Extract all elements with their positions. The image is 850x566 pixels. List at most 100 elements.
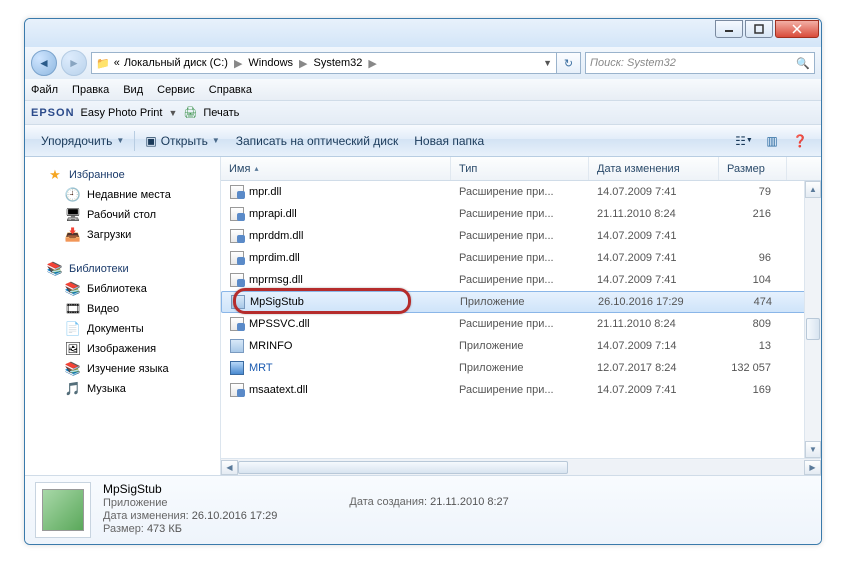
app-icon xyxy=(231,295,245,309)
file-row[interactable]: mprdim.dllРасширение при...14.07.2009 7:… xyxy=(221,247,821,269)
file-type: Приложение xyxy=(451,362,589,374)
details-size-label: Размер: xyxy=(103,523,144,535)
file-type: Расширение при... xyxy=(451,274,589,286)
dropdown-icon[interactable]: ▼ xyxy=(168,108,177,118)
breadcrumb-prefix: « xyxy=(114,57,120,69)
scroll-track[interactable] xyxy=(238,460,804,475)
nav-back-button[interactable]: ◄ xyxy=(31,50,57,76)
print-icon: 🖨 xyxy=(183,106,197,119)
epson-app-label[interactable]: Easy Photo Print xyxy=(81,107,163,119)
file-size: 13 xyxy=(719,340,779,352)
preview-pane-button[interactable]: ▥ xyxy=(759,130,785,152)
sidebar-item-library[interactable]: 📚Библиотека xyxy=(25,279,220,299)
file-name: MRINFO xyxy=(249,340,292,352)
file-name: MpSigStub xyxy=(250,296,304,308)
file-row[interactable]: msaatext.dllРасширение при...14.07.2009 … xyxy=(221,379,821,401)
explorer-window: ◄ ► 📁 « Локальный диск (C:) ▶ Windows ▶ Sy… xyxy=(24,18,822,545)
epson-toolbar: EPSON Easy Photo Print ▼ 🖨 Печать xyxy=(25,101,821,125)
column-size[interactable]: Размер xyxy=(719,157,787,180)
maximize-button[interactable] xyxy=(745,20,773,38)
scroll-thumb[interactable] xyxy=(238,461,568,474)
file-row[interactable]: mprmsg.dllРасширение при...14.07.2009 7:… xyxy=(221,269,821,291)
sidebar-item-documents[interactable]: 📄Документы xyxy=(25,319,220,339)
chevron-right-icon[interactable]: ▶ xyxy=(297,57,309,70)
scroll-up-button[interactable]: ▲ xyxy=(805,181,821,198)
horizontal-scrollbar[interactable]: ◀ ▶ xyxy=(221,458,821,475)
dropdown-icon[interactable]: ▼ xyxy=(543,58,552,68)
app-icon xyxy=(230,361,244,375)
desktop-icon: 🖥 xyxy=(65,207,81,223)
details-created-value: 21.11.2010 8:27 xyxy=(430,496,509,508)
file-row[interactable]: mprapi.dllРасширение при...21.11.2010 8:… xyxy=(221,203,821,225)
column-name[interactable]: Имя▴ xyxy=(221,157,451,180)
vertical-scrollbar[interactable]: ▲ ▼ xyxy=(804,181,821,458)
breadcrumb-part[interactable]: Windows xyxy=(248,57,293,69)
navbar: ◄ ► 📁 « Локальный диск (C:) ▶ Windows ▶ Sy… xyxy=(25,47,821,79)
new-folder-button[interactable]: Новая папка xyxy=(406,125,492,156)
column-type[interactable]: Тип xyxy=(451,157,589,180)
menu-file[interactable]: Файл xyxy=(31,84,58,96)
refresh-button[interactable]: ↻ xyxy=(557,52,581,74)
file-size: 79 xyxy=(719,186,779,198)
chevron-right-icon[interactable]: ▶ xyxy=(232,57,244,70)
file-row[interactable]: mpr.dllРасширение при...14.07.2009 7:417… xyxy=(221,181,821,203)
dll-icon xyxy=(230,251,244,265)
library-icon: 📚 xyxy=(47,261,63,277)
breadcrumb-part[interactable]: Локальный диск (C:) xyxy=(124,57,228,69)
menu-service[interactable]: Сервис xyxy=(157,84,195,96)
sidebar-favorites[interactable]: ★Избранное xyxy=(25,165,220,185)
details-modified-label: Дата изменения: xyxy=(103,510,189,522)
minimize-button[interactable] xyxy=(715,20,743,38)
file-date: 14.07.2009 7:14 xyxy=(589,340,719,352)
scroll-track[interactable] xyxy=(805,198,821,441)
scroll-right-button[interactable]: ▶ xyxy=(804,460,821,475)
search-input[interactable]: Поиск: System32 🔍 xyxy=(585,52,815,74)
recent-icon: 🕘 xyxy=(65,187,81,203)
burn-button[interactable]: Записать на оптический диск xyxy=(228,125,407,156)
details-filename: MpSigStub xyxy=(103,482,277,496)
file-row[interactable]: MpSigStubПриложение26.10.2016 17:29474 xyxy=(221,291,821,313)
close-button[interactable] xyxy=(775,20,819,38)
downloads-icon: 📥 xyxy=(65,227,81,243)
sidebar-item-video[interactable]: 🎞Видео xyxy=(25,299,220,319)
scroll-left-button[interactable]: ◀ xyxy=(221,460,238,475)
nav-forward-button[interactable]: ► xyxy=(61,50,87,76)
sidebar-item-music[interactable]: 🎵Музыка xyxy=(25,379,220,399)
documents-icon: 📄 xyxy=(65,321,81,337)
sidebar-libraries[interactable]: 📚Библиотеки xyxy=(25,259,220,279)
library-icon: 📚 xyxy=(65,281,81,297)
scroll-thumb[interactable] xyxy=(806,318,820,340)
sidebar-item-desktop[interactable]: 🖥Рабочий стол xyxy=(25,205,220,225)
column-date[interactable]: Дата изменения xyxy=(589,157,719,180)
menu-help[interactable]: Справка xyxy=(209,84,252,96)
help-button[interactable]: ❓ xyxy=(787,130,813,152)
print-button[interactable]: Печать xyxy=(203,107,239,119)
sidebar-item-pictures[interactable]: 🖼Изображения xyxy=(25,339,220,359)
folder-icon: 📁 xyxy=(96,57,110,70)
file-row[interactable]: MRTПриложение12.07.2017 8:24132 057 xyxy=(221,357,821,379)
file-list[interactable]: mpr.dll Расширение при... 14.07.2009 7:41 7… xyxy=(221,181,821,458)
toolbar: Упорядочить▼ ▣Открыть▼ Записать на оптич… xyxy=(25,125,821,157)
epson-logo: EPSON xyxy=(31,107,75,119)
file-row[interactable]: MPSSVC.dllРасширение при...21.11.2010 8:… xyxy=(221,313,821,335)
sidebar-item-downloads[interactable]: 📥Загрузки xyxy=(25,225,220,245)
chevron-right-icon[interactable]: ▶ xyxy=(366,57,378,70)
file-date: 14.07.2009 7:41 xyxy=(589,230,719,242)
open-button[interactable]: ▣Открыть▼ xyxy=(137,125,227,156)
file-name: MPSSVC.dll xyxy=(249,318,310,330)
menu-view[interactable]: Вид xyxy=(123,84,143,96)
view-mode-button[interactable]: ☷▼ xyxy=(731,130,757,152)
sidebar-item-language[interactable]: 📚Изучение языка xyxy=(25,359,220,379)
address-bar[interactable]: 📁 « Локальный диск (C:) ▶ Windows ▶ System… xyxy=(91,52,557,74)
organize-button[interactable]: Упорядочить▼ xyxy=(33,125,132,156)
file-date: 21.11.2010 8:24 xyxy=(589,318,719,330)
file-type: Приложение xyxy=(451,340,589,352)
file-row[interactable]: MRINFO Приложение14.07.2009 7:1413 xyxy=(221,335,821,357)
scroll-down-button[interactable]: ▼ xyxy=(805,441,821,458)
menu-edit[interactable]: Правка xyxy=(72,84,109,96)
breadcrumb-part[interactable]: System32 xyxy=(314,57,363,69)
dll-icon xyxy=(230,229,244,243)
file-row[interactable]: mprddm.dllРасширение при...14.07.2009 7:… xyxy=(221,225,821,247)
file-name: mpr.dll xyxy=(249,186,281,198)
sidebar-item-recent[interactable]: 🕘Недавние места xyxy=(25,185,220,205)
